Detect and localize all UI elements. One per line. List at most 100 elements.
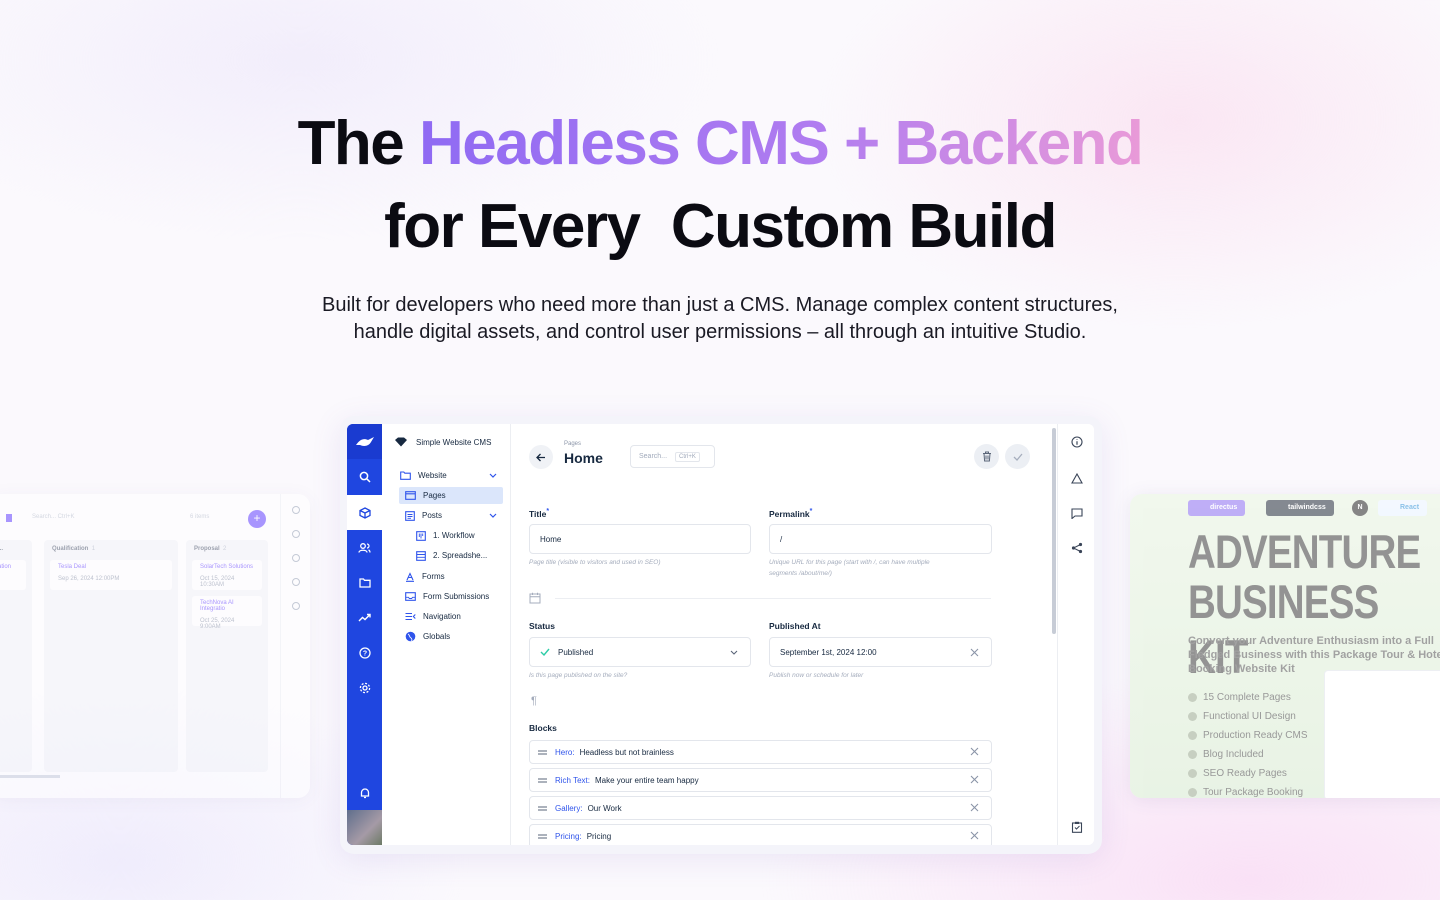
chevron-down-icon <box>489 513 497 518</box>
clipboard-icon[interactable] <box>1058 817 1094 837</box>
published-at-field[interactable]: September 1st, 2024 12:00 <box>769 637 992 667</box>
user-avatar[interactable] <box>347 810 382 845</box>
kanban-sidebar <box>280 494 310 798</box>
block-row-pricing[interactable]: Pricing: Pricing <box>529 824 992 845</box>
directus-logo-icon[interactable] <box>347 424 382 459</box>
nav-item-website[interactable]: Website <box>390 467 503 484</box>
globe-icon <box>405 631 416 642</box>
breadcrumb[interactable]: Pages <box>564 441 581 447</box>
settings-gear-icon[interactable] <box>347 670 382 705</box>
comments-icon[interactable] <box>1058 503 1094 523</box>
adventure-kit-preview-card: directus tailwindcss N React ADVENTURE B… <box>1130 494 1440 798</box>
hero-title-line-2: for Every Custom Build <box>384 192 1057 261</box>
react-badge: React <box>1378 500 1428 516</box>
kanban-column: Proposal 2 SolarTech Solutions Oct 15, 2… <box>186 540 268 772</box>
drag-handle-icon <box>538 805 547 811</box>
item-sidebar <box>1057 424 1094 845</box>
hero-title-plain: The <box>297 109 405 178</box>
feature-item: Tour Package Booking <box>1188 783 1308 798</box>
nav-item-pages[interactable]: Pages <box>399 487 503 504</box>
add-icon: + <box>248 510 266 528</box>
table-icon <box>416 550 426 561</box>
remove-x-icon[interactable] <box>970 775 979 784</box>
status-select[interactable]: Published <box>529 637 751 667</box>
search-icon[interactable] <box>347 459 382 494</box>
users-icon[interactable] <box>347 530 382 565</box>
hero-title-line-1: The Headless CMS + Backend <box>0 108 1440 179</box>
next-badge: N <box>1352 500 1368 516</box>
help-icon[interactable]: ? <box>347 635 382 670</box>
info-icon[interactable] <box>1058 432 1094 452</box>
drag-handle-icon <box>538 749 547 755</box>
drag-handle-icon <box>538 777 547 783</box>
paragraph-divider-icon: ¶ <box>531 695 537 707</box>
chevron-down-icon <box>730 650 738 655</box>
project-switcher[interactable]: Simple Website CMS <box>394 437 491 447</box>
block-row-gallery[interactable]: Gallery: Our Work <box>529 796 992 820</box>
content-cube-icon[interactable] <box>347 495 382 530</box>
title-field[interactable]: Home <box>529 524 751 554</box>
hero-subtitle: Built for developers who need more than … <box>0 292 1440 346</box>
remove-x-icon[interactable] <box>970 747 979 756</box>
horizontal-scrollbar <box>0 775 60 778</box>
chevron-down-icon <box>489 473 497 478</box>
tailwind-badge: tailwindcss <box>1266 500 1334 516</box>
kanban-preview-card: Search... Ctrl+K 6 items + ... ation Qua… <box>0 494 310 798</box>
search-input[interactable]: Search... Ctrl+K <box>630 445 715 468</box>
notifications-bell-icon[interactable] <box>347 775 382 810</box>
nav-item-workflow[interactable]: 1. Workflow <box>412 527 503 544</box>
kanban-column: Qualification 1 Tesla Deal Sep 26, 2024 … <box>44 540 178 772</box>
permalink-field[interactable]: / <box>769 524 992 554</box>
feature-item: SEO Ready Pages <box>1188 764 1308 783</box>
title-label: Title* <box>529 508 550 519</box>
status-hint: Is this page published on the site? <box>529 672 628 679</box>
remove-x-icon[interactable] <box>970 831 979 840</box>
arrow-left-icon <box>536 453 545 461</box>
insights-chart-icon[interactable] <box>347 600 382 635</box>
published-at-hint: Publish now or schedule for later <box>769 672 864 679</box>
title-hint: Page title (visible to visitors and used… <box>529 559 661 566</box>
inbox-icon <box>405 592 416 601</box>
share-icon[interactable] <box>1058 538 1094 558</box>
content-navigation: Simple Website CMS Website Pages Posts 1… <box>382 424 511 845</box>
kanban-card: Tesla Deal Sep 26, 2024 12:00PM <box>50 560 172 590</box>
nav-item-forms[interactable]: Forms <box>399 568 503 585</box>
studio-screenshot-thumbnail <box>1324 670 1440 798</box>
kanban-board-icon <box>416 530 426 541</box>
project-logo-icon <box>395 437 407 447</box>
nav-item-globals[interactable]: Globals <box>399 628 503 645</box>
feature-item: Functional UI Design <box>1188 707 1308 726</box>
nav-item-spreadsheet[interactable]: 2. Spreadshe... <box>412 547 503 564</box>
feature-list: 15 Complete Pages Functional UI Design P… <box>1188 688 1308 798</box>
revisions-triangle-icon[interactable] <box>1058 468 1094 488</box>
files-folder-icon[interactable] <box>347 565 382 600</box>
remove-x-icon[interactable] <box>970 803 979 812</box>
kanban-item-count: 6 items <box>190 514 210 520</box>
block-row-hero[interactable]: Hero: Headless but not brainless <box>529 740 992 764</box>
menu-list-icon <box>405 612 416 621</box>
nav-item-posts[interactable]: Posts <box>399 507 503 524</box>
forms-text-icon <box>406 571 414 582</box>
check-icon <box>1188 769 1197 778</box>
status-label: Status <box>529 621 555 631</box>
back-button[interactable] <box>529 445 553 469</box>
published-at-value: September 1st, 2024 12:00 <box>780 647 877 657</box>
save-button[interactable] <box>1005 444 1030 469</box>
permalink-hint: Unique URL for this page (start with /, … <box>769 559 930 577</box>
block-row-rich-text[interactable]: Rich Text: Make your entire team happy <box>529 768 992 792</box>
kanban-card: TechNova AI Integratio Oct 25, 2024 9:00… <box>192 596 262 630</box>
delete-button[interactable] <box>974 444 999 469</box>
bookmark-icon <box>6 514 12 522</box>
subtitle-line-1: Built for developers who need more than … <box>322 294 1118 316</box>
status-value: Published <box>558 647 594 657</box>
feature-item: Production Ready CMS <box>1188 726 1308 745</box>
trash-icon <box>982 451 991 462</box>
check-icon <box>1013 453 1022 461</box>
nav-item-form-submissions[interactable]: Form Submissions <box>399 588 503 605</box>
blocks-label: Blocks <box>529 723 557 733</box>
pages-window-icon <box>405 491 416 500</box>
nav-item-navigation[interactable]: Navigation <box>399 608 503 625</box>
check-icon <box>1188 693 1197 702</box>
studio-window: ? Simple Website CMS Website Pages Posts <box>347 424 1094 845</box>
folder-icon <box>400 471 411 480</box>
